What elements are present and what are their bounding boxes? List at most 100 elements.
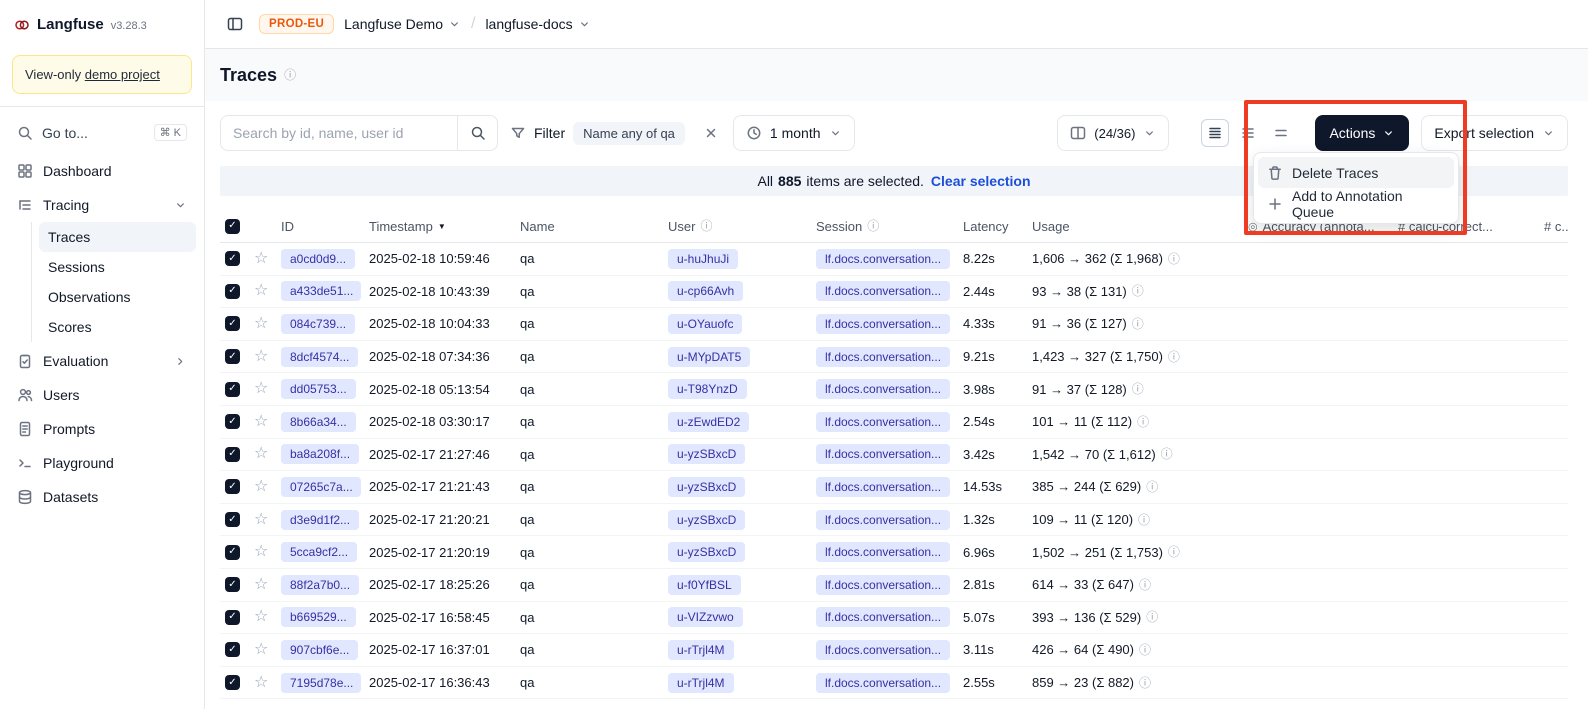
user-badge[interactable]: u-yzSBxcD (668, 477, 745, 497)
star-icon[interactable]: ☆ (254, 446, 268, 462)
session-badge[interactable]: lf.docs.conversation... (816, 347, 950, 367)
session-badge[interactable]: lf.docs.conversation... (816, 477, 950, 497)
trace-id-badge[interactable]: 7195d78e... (281, 673, 361, 693)
session-badge[interactable]: lf.docs.conversation... (816, 673, 950, 693)
table-row[interactable]: ☆ d3e9d1f2... 2025-02-17 21:20:21 qa u-y… (220, 504, 1568, 537)
table-row[interactable]: ☆ 88f2a7b0... 2025-02-17 18:25:26 qa u-f… (220, 569, 1568, 602)
sidebar-item-dashboard[interactable]: Dashboard (8, 154, 196, 188)
sidebar-item-evaluation[interactable]: Evaluation (8, 344, 196, 378)
table-row[interactable]: ☆ a0cd0d9... 2025-02-18 10:59:46 qa u-hu… (220, 243, 1568, 276)
sidebar-item-users[interactable]: Users (8, 378, 196, 412)
session-badge[interactable]: lf.docs.conversation... (816, 575, 950, 595)
sidebar-item-traces[interactable]: Traces (39, 222, 196, 252)
sidebar-item-scores[interactable]: Scores (39, 312, 196, 342)
sidebar-item-prompts[interactable]: Prompts (8, 412, 196, 446)
star-icon[interactable]: ☆ (254, 512, 268, 528)
session-badge[interactable]: lf.docs.conversation... (816, 510, 950, 530)
menu-item-delete-traces[interactable]: Delete Traces (1258, 157, 1454, 188)
row-height-medium-button[interactable] (1234, 119, 1262, 147)
filter-button[interactable]: Filter Name any of qa (506, 122, 689, 145)
star-icon[interactable]: ☆ (254, 642, 268, 658)
table-row[interactable]: ☆ 907cbf6e... 2025-02-17 16:37:01 qa u-r… (220, 634, 1568, 667)
trace-id-badge[interactable]: 07265c7a... (281, 477, 361, 497)
session-badge[interactable]: lf.docs.conversation... (816, 412, 950, 432)
table-row[interactable]: ☆ 084c739... 2025-02-18 10:04:33 qa u-OY… (220, 308, 1568, 341)
trace-id-badge[interactable]: 5cca9cf2... (281, 542, 357, 562)
row-checkbox[interactable] (225, 479, 240, 494)
star-icon[interactable]: ☆ (254, 349, 268, 365)
session-badge[interactable]: lf.docs.conversation... (816, 281, 950, 301)
row-checkbox[interactable] (225, 545, 240, 560)
trace-id-badge[interactable]: 084c739... (281, 314, 355, 334)
table-row[interactable]: ☆ b669529... 2025-02-17 16:58:45 qa u-VI… (220, 602, 1568, 635)
table-row[interactable]: ☆ dd05753... 2025-02-18 05:13:54 qa u-T9… (220, 373, 1568, 406)
trace-id-badge[interactable]: a0cd0d9... (281, 249, 355, 269)
trace-id-badge[interactable]: b669529... (281, 607, 356, 627)
user-badge[interactable]: u-OYauofc (668, 314, 742, 334)
col-header-id[interactable]: ID (281, 219, 369, 234)
row-checkbox[interactable] (225, 577, 240, 592)
table-row[interactable]: ☆ a433de51... 2025-02-18 10:43:39 qa u-c… (220, 276, 1568, 309)
row-checkbox[interactable] (225, 675, 240, 690)
user-badge[interactable]: u-cp66Avh (668, 281, 743, 301)
col-header-user[interactable]: Userⓘ (668, 219, 816, 234)
trace-id-badge[interactable]: dd05753... (281, 379, 356, 399)
col-header-name[interactable]: Name (520, 219, 668, 234)
session-badge[interactable]: lf.docs.conversation... (816, 379, 950, 399)
table-row[interactable]: ☆ 07265c7a... 2025-02-17 21:21:43 qa u-y… (220, 471, 1568, 504)
row-checkbox[interactable] (225, 610, 240, 625)
star-icon[interactable]: ☆ (254, 479, 268, 495)
col-header-score-c[interactable]: # c... (1544, 219, 1568, 234)
trace-id-badge[interactable]: 88f2a7b0... (281, 575, 359, 595)
session-badge[interactable]: lf.docs.conversation... (816, 542, 950, 562)
table-row[interactable]: ☆ 7195d78e... 2025-02-17 16:36:43 qa u-r… (220, 667, 1568, 700)
info-icon[interactable]: ⓘ (284, 69, 296, 81)
session-badge[interactable]: lf.docs.conversation... (816, 607, 950, 627)
user-badge[interactable]: u-zEwdED2 (668, 412, 749, 432)
row-checkbox[interactable] (225, 512, 240, 527)
user-badge[interactable]: u-yzSBxcD (668, 444, 745, 464)
goto-search[interactable]: Go to... ⌘ K (8, 117, 196, 148)
row-checkbox[interactable] (225, 447, 240, 462)
user-badge[interactable]: u-yzSBxcD (668, 510, 745, 530)
row-checkbox[interactable] (225, 316, 240, 331)
star-icon[interactable]: ☆ (254, 283, 268, 299)
trace-id-badge[interactable]: 8b66a34... (281, 412, 356, 432)
star-icon[interactable]: ☆ (254, 414, 268, 430)
star-icon[interactable]: ☆ (254, 544, 268, 560)
time-range-button[interactable]: 1 month (733, 115, 855, 151)
search-input[interactable] (221, 125, 457, 141)
trace-id-badge[interactable]: d3e9d1f2... (281, 510, 359, 530)
table-row[interactable]: ☆ 8dcf4574... 2025-02-18 07:34:36 qa u-M… (220, 341, 1568, 374)
trace-id-badge[interactable]: a433de51... (281, 281, 361, 301)
user-badge[interactable]: u-rTrjl4M (668, 673, 734, 693)
user-badge[interactable]: u-f0YfBSL (668, 575, 741, 595)
col-header-usage[interactable]: Usage (1032, 219, 1248, 234)
menu-item-add-to-annotation-queue[interactable]: Add to Annotation Queue (1258, 188, 1454, 219)
user-badge[interactable]: u-rTrjl4M (668, 640, 734, 660)
row-checkbox[interactable] (225, 642, 240, 657)
trace-id-badge[interactable]: 8dcf4574... (281, 347, 358, 367)
row-checkbox[interactable] (225, 382, 240, 397)
trace-id-badge[interactable]: ba8a208f... (281, 444, 359, 464)
clear-filter-button[interactable] (697, 119, 725, 147)
session-badge[interactable]: lf.docs.conversation... (816, 640, 950, 660)
row-checkbox[interactable] (225, 251, 240, 266)
row-height-small-button[interactable] (1201, 119, 1229, 147)
star-icon[interactable]: ☆ (254, 609, 268, 625)
row-checkbox[interactable] (225, 284, 240, 299)
session-badge[interactable]: lf.docs.conversation... (816, 314, 950, 334)
sidebar-toggle-button[interactable] (221, 10, 249, 38)
star-icon[interactable]: ☆ (254, 316, 268, 332)
trace-id-badge[interactable]: 907cbf6e... (281, 640, 358, 660)
sidebar-item-datasets[interactable]: Datasets (8, 480, 196, 514)
star-icon[interactable]: ☆ (254, 675, 268, 691)
session-badge[interactable]: lf.docs.conversation... (816, 249, 950, 269)
project-selector[interactable]: langfuse-docs (485, 16, 590, 32)
star-icon[interactable]: ☆ (254, 251, 268, 267)
sidebar-item-observations[interactable]: Observations (39, 282, 196, 312)
row-checkbox[interactable] (225, 414, 240, 429)
select-all-checkbox[interactable] (225, 219, 240, 234)
table-row[interactable]: ☆ 8b66a34... 2025-02-18 03:30:17 qa u-zE… (220, 406, 1568, 439)
demo-project-link[interactable]: demo project (85, 67, 160, 82)
